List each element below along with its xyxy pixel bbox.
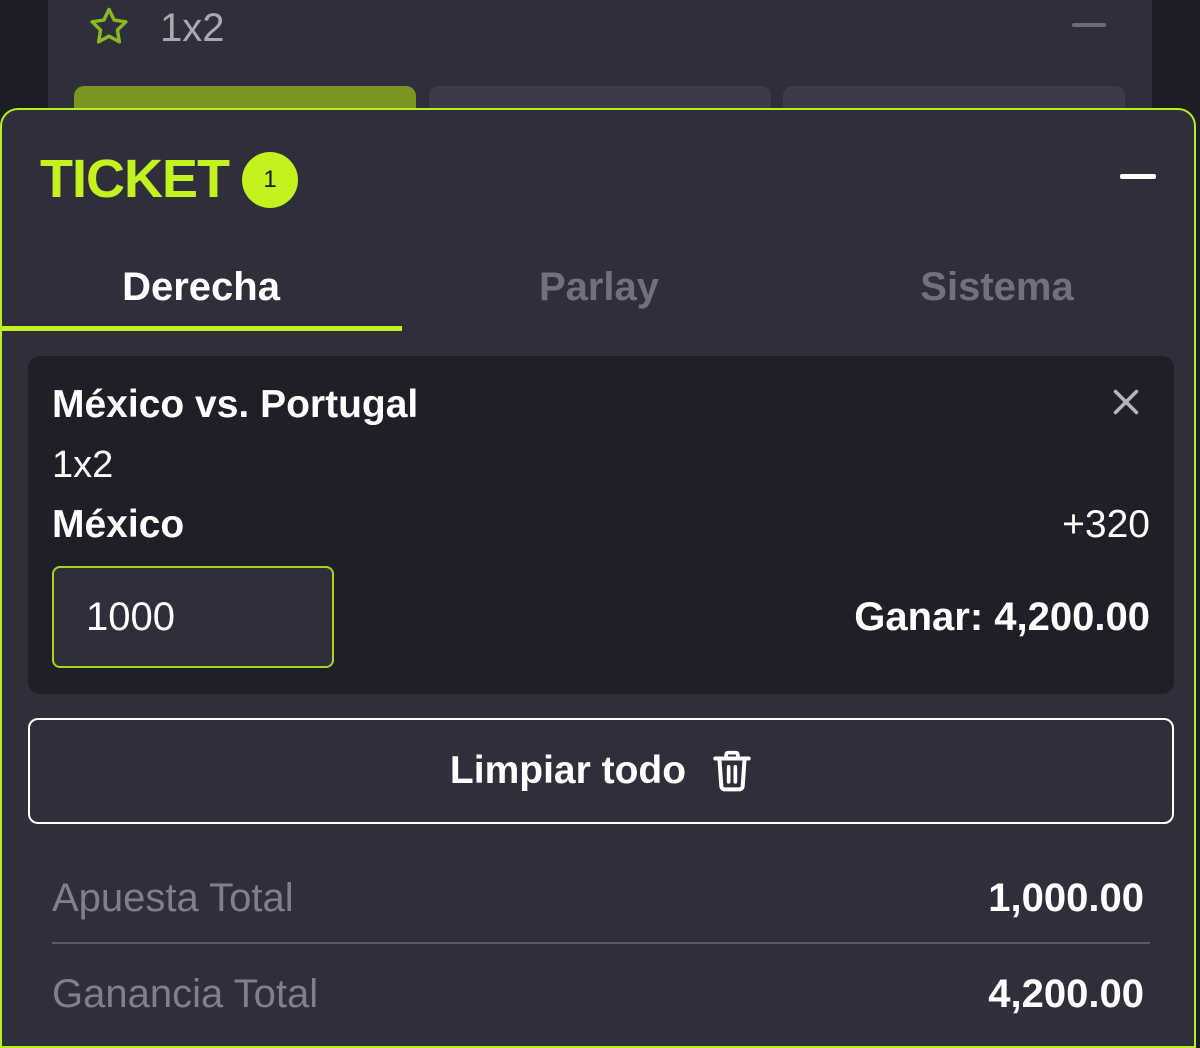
bet-selection: México (52, 503, 185, 546)
clear-all-label: Limpiar todo (449, 749, 687, 792)
total-win-label: Ganancia Total (52, 972, 319, 1016)
trash-icon (713, 750, 751, 792)
close-icon[interactable] (1108, 384, 1144, 420)
bet-card: México vs. Portugal 1x2 México +320 Gana… (28, 356, 1174, 694)
tab-sistema[interactable]: Sistema (798, 260, 1196, 334)
tab-derecha[interactable]: Derecha (2, 260, 400, 334)
bet-match-name: México vs. Portugal (52, 383, 419, 426)
ticket-title: TICKET (40, 149, 230, 209)
star-icon[interactable] (86, 4, 132, 50)
total-win-value: 4,200.00 (988, 972, 1144, 1016)
bet-market: 1x2 (52, 444, 114, 486)
minus-icon[interactable] (1120, 174, 1156, 179)
stake-input[interactable] (52, 566, 334, 668)
total-stake-value: 1,000.00 (988, 876, 1144, 920)
active-tab-indicator (2, 326, 402, 331)
tab-parlay[interactable]: Parlay (400, 260, 798, 334)
total-stake-label: Apuesta Total (52, 876, 294, 920)
market-title: 1x2 (160, 6, 225, 50)
divider (52, 942, 1150, 944)
ticket-panel: TICKET 1 Derecha Parlay Sistema México v… (0, 108, 1196, 1048)
potential-win: Ganar: 4,200.00 (854, 595, 1150, 639)
market-collapse-icon[interactable] (1072, 23, 1106, 27)
clear-all-button[interactable]: Limpiar todo (28, 718, 1174, 824)
bet-odds: +320 (1062, 503, 1150, 546)
ticket-count-badge: 1 (242, 152, 298, 208)
